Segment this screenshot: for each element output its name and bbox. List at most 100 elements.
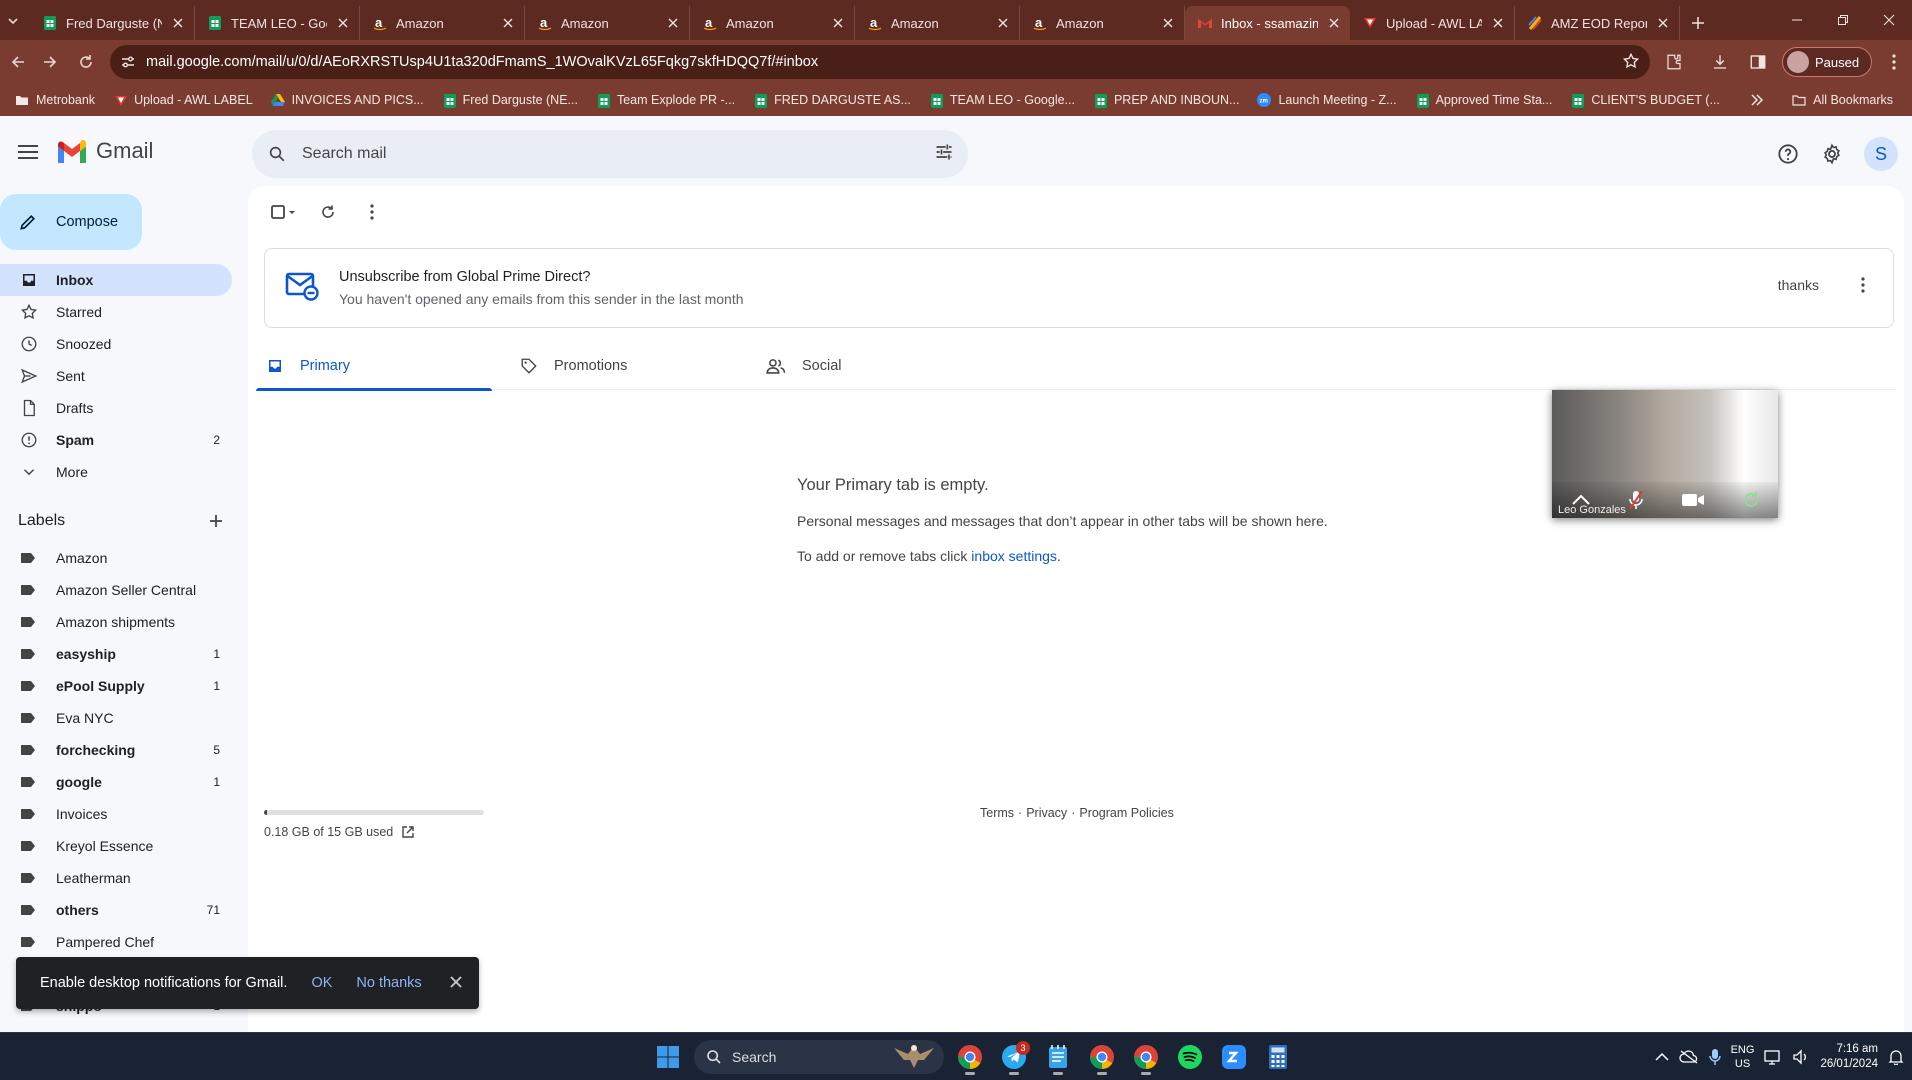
chrome-icon[interactable] (1084, 1039, 1120, 1075)
notepad-icon[interactable] (1040, 1039, 1076, 1075)
terms-link[interactable]: Terms (980, 806, 1014, 820)
browser-tab[interactable]: a Amazon (855, 6, 1020, 40)
bookmark-item[interactable]: Metrobank (6, 86, 104, 114)
label-item[interactable]: forchecking 5 (0, 734, 232, 766)
close-tab-icon[interactable] (830, 15, 846, 31)
inbox-settings-link[interactable]: inbox settings (971, 548, 1057, 564)
browser-tab[interactable]: a Amazon (525, 6, 690, 40)
minimize-icon[interactable] (1774, 0, 1820, 40)
search-input[interactable] (302, 145, 862, 163)
label-item[interactable]: google 1 (0, 766, 232, 798)
windows-start-icon[interactable] (650, 1039, 686, 1075)
search-bar[interactable] (252, 130, 968, 178)
camera-icon[interactable] (1681, 492, 1705, 508)
telegram-icon[interactable]: 3 (996, 1039, 1032, 1075)
close-tab-icon[interactable] (335, 15, 351, 31)
clock[interactable]: 7:16 am 26/01/2024 (1820, 1042, 1878, 1072)
browser-tab[interactable]: Upload - AWL LAI (1350, 6, 1515, 40)
chrome-icon[interactable] (952, 1039, 988, 1075)
taskbar-search[interactable]: Search (694, 1040, 944, 1074)
microphone-icon[interactable] (1708, 1048, 1721, 1066)
close-icon[interactable] (449, 975, 463, 989)
label-item[interactable]: Leatherman (0, 862, 232, 894)
omnibox[interactable]: mail.google.com/mail/u/0/d/AEoRXRSTUsp4U… (110, 45, 1650, 79)
browser-tab[interactable]: Inbox - ssamazing (1185, 6, 1350, 40)
refresh-icon[interactable] (308, 194, 348, 230)
bookmark-item[interactable]: INVOICES AND PICS... (262, 86, 433, 114)
close-tab-icon[interactable] (1655, 15, 1671, 31)
open-external-icon[interactable] (401, 825, 415, 839)
tab-search-chevron-icon[interactable] (0, 6, 26, 36)
all-bookmarks[interactable]: All Bookmarks (1783, 86, 1902, 114)
profile-button[interactable]: Paused (1782, 47, 1873, 77)
program-policies-link[interactable]: Program Policies (1079, 806, 1173, 820)
volume-icon[interactable] (1792, 1049, 1810, 1065)
privacy-link[interactable]: Privacy (1026, 806, 1067, 820)
spotify-icon[interactable] (1172, 1039, 1208, 1075)
reload-icon[interactable] (68, 44, 104, 80)
browser-tab[interactable]: a Amazon (1020, 6, 1185, 40)
back-icon[interactable] (0, 44, 36, 80)
nav-item-more[interactable]: More (0, 456, 232, 488)
browser-tab[interactable]: a Amazon (360, 6, 525, 40)
snackbar-no-thanks-button[interactable]: No thanks (356, 975, 421, 991)
label-item[interactable]: Kreyol Essence (0, 830, 232, 862)
snackbar-ok-button[interactable]: OK (311, 975, 332, 991)
close-tab-icon[interactable] (995, 15, 1011, 31)
bookmark-item[interactable]: Approved Time Sta... (1406, 86, 1562, 114)
video-call-popup[interactable]: Leo Gonzales (1552, 390, 1778, 518)
share-screen-icon[interactable] (1742, 491, 1760, 509)
restore-icon[interactable] (1820, 0, 1866, 40)
network-icon[interactable] (1764, 1049, 1782, 1065)
browser-tab[interactable]: Fred Darguste (NE (30, 6, 195, 40)
label-item[interactable]: Invoices (0, 798, 232, 830)
new-tab-button[interactable] (1684, 9, 1712, 37)
select-all-checkbox[interactable] (264, 194, 304, 230)
more-options-icon[interactable] (352, 194, 392, 230)
forward-icon[interactable] (32, 44, 68, 80)
download-icon[interactable] (1702, 44, 1738, 80)
nav-item-sent[interactable]: Sent (0, 360, 232, 392)
label-item[interactable]: ePool Supply 1 (0, 670, 232, 702)
zoom-icon[interactable] (1216, 1039, 1252, 1075)
browser-tab[interactable]: TEAM LEO - Goog (195, 6, 360, 40)
compose-button[interactable]: Compose (0, 194, 142, 250)
browser-tab[interactable]: a Amazon (690, 6, 855, 40)
label-item[interactable]: Amazon Seller Central (0, 574, 232, 606)
tab-promotions[interactable]: Promotions (510, 342, 746, 390)
no-thanks-button[interactable]: thanks (1778, 277, 1819, 293)
add-label-icon[interactable] (208, 513, 224, 529)
bookmark-star-icon[interactable] (1622, 52, 1640, 70)
label-item[interactable]: Amazon shipments (0, 606, 232, 638)
bookmark-item[interactable]: Team Explode PR -... (587, 86, 744, 114)
nav-item-snoozed[interactable]: Snoozed (0, 328, 232, 360)
label-item[interactable]: Amazon (0, 542, 232, 574)
nav-item-drafts[interactable]: Drafts (0, 392, 232, 424)
settings-gear-icon[interactable] (1812, 134, 1852, 174)
bookmark-item[interactable]: zm Launch Meeting - Z... (1248, 86, 1405, 114)
notifications-bell-icon[interactable] (1888, 1049, 1904, 1065)
close-tab-icon[interactable] (665, 15, 681, 31)
close-tab-icon[interactable] (1490, 15, 1506, 31)
gmail-logo[interactable]: Gmail (56, 138, 153, 164)
tab-social[interactable]: Social (756, 342, 992, 390)
label-item[interactable]: easyship 1 (0, 638, 232, 670)
label-item[interactable]: Pampered Chef (0, 926, 232, 958)
banner-more-icon[interactable] (1861, 277, 1865, 293)
side-panel-icon[interactable] (1740, 44, 1776, 80)
close-tab-icon[interactable] (170, 15, 186, 31)
bookmark-item[interactable]: CLIENT'S BUDGET (... (1561, 86, 1729, 114)
label-item[interactable]: others 71 (0, 894, 232, 926)
mic-muted-icon[interactable] (1628, 490, 1644, 510)
close-tab-icon[interactable] (500, 15, 516, 31)
bookmark-item[interactable]: FRED DARGUSTE AS... (744, 86, 920, 114)
nav-item-inbox[interactable]: Inbox (0, 264, 232, 296)
close-tab-icon[interactable] (1326, 15, 1342, 31)
bookmark-item[interactable]: Upload - AWL LABEL (104, 86, 262, 114)
bookmarks-overflow-icon[interactable] (1744, 88, 1768, 112)
browser-tab[interactable]: AMZ EOD Report (1515, 6, 1680, 40)
close-tab-icon[interactable] (1160, 15, 1176, 31)
calculator-icon[interactable] (1260, 1039, 1296, 1075)
language-indicator[interactable]: ENG US (1731, 1043, 1755, 1071)
nav-item-spam[interactable]: Spam 2 (0, 424, 232, 456)
